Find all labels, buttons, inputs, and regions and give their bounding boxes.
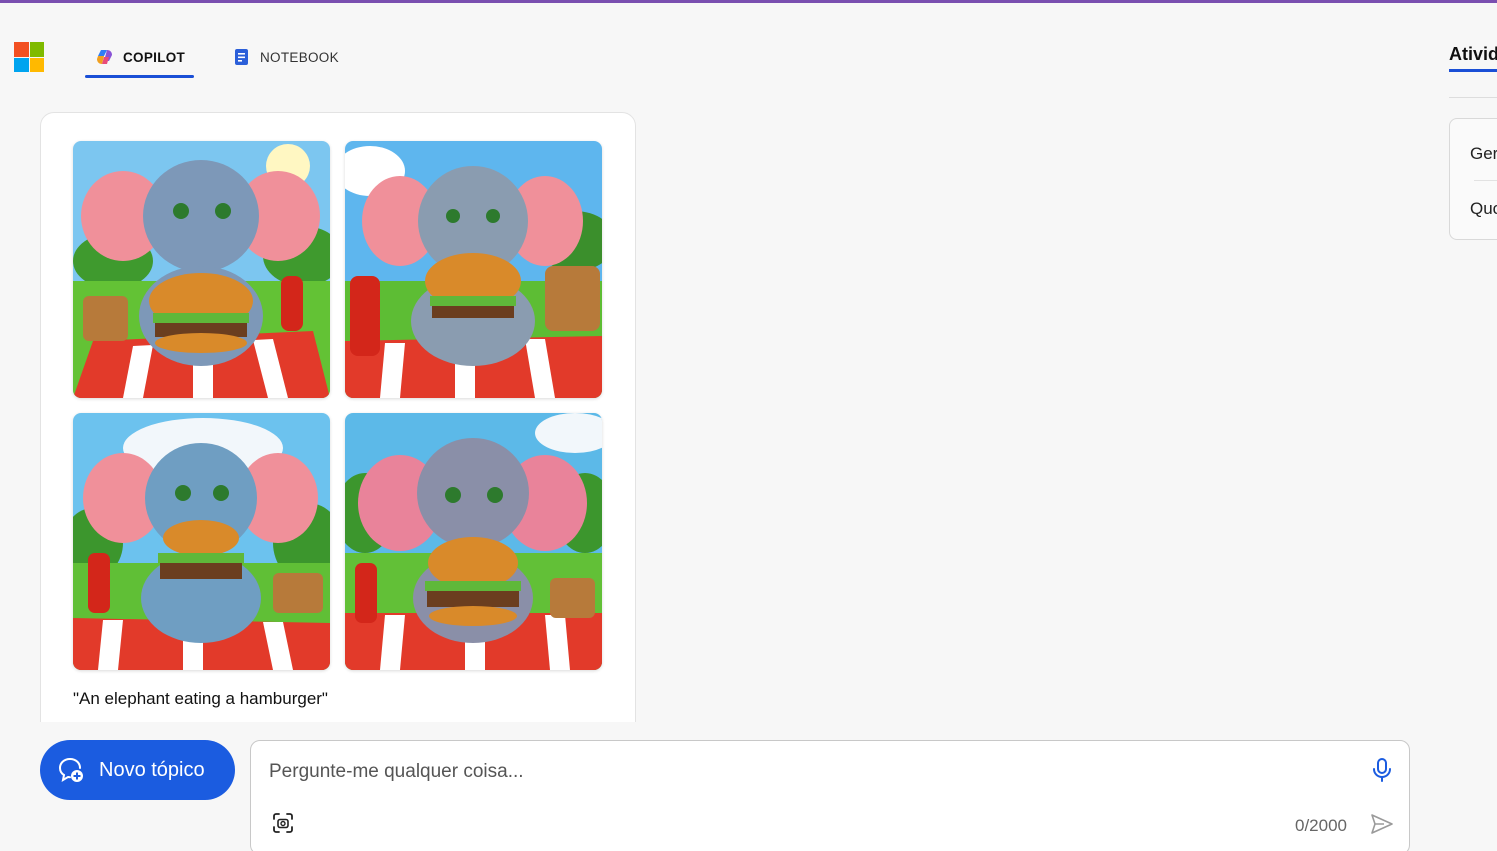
tab-notebook[interactable]: NOTEBOOK <box>232 36 339 78</box>
elephant-image-icon <box>73 413 330 670</box>
activity-item[interactable]: Ger <box>1470 144 1497 164</box>
top-accent-bar <box>0 0 1497 3</box>
send-icon[interactable] <box>1370 813 1394 835</box>
character-counter: 0/2000 <box>1295 816 1347 835</box>
microsoft-logo[interactable] <box>14 42 44 72</box>
generated-image-2[interactable] <box>345 141 602 398</box>
image-scan-icon[interactable] <box>272 812 294 834</box>
activity-heading[interactable]: Ativid <box>1449 44 1497 65</box>
image-caption: "An elephant eating a hamburger" <box>73 689 328 708</box>
activity-item-divider <box>1474 180 1497 181</box>
activity-underline <box>1449 69 1497 72</box>
generated-image-1[interactable] <box>73 141 330 398</box>
activity-divider <box>1449 97 1497 98</box>
tab-notebook-label: NOTEBOOK <box>260 49 339 65</box>
elephant-image-icon <box>345 141 602 398</box>
elephant-image-icon <box>73 141 330 398</box>
new-topic-label: Novo tópico <box>99 758 205 781</box>
new-chat-icon <box>58 758 83 783</box>
tab-copilot[interactable]: COPILOT <box>85 36 194 78</box>
tab-copilot-label: COPILOT <box>123 49 186 65</box>
elephant-image-icon <box>345 413 602 670</box>
notebook-icon <box>235 49 248 65</box>
activity-card: Ger Quo <box>1449 118 1497 240</box>
new-topic-button[interactable]: Novo tópico <box>40 740 235 800</box>
image-result-card: "An elephant eating a hamburger" <box>40 112 636 752</box>
chat-input[interactable] <box>269 757 1349 787</box>
generated-image-3[interactable] <box>73 413 330 670</box>
microphone-icon[interactable] <box>1371 757 1393 783</box>
chat-composer: 0/2000 <box>250 740 1410 851</box>
generated-image-4[interactable] <box>345 413 602 670</box>
activity-item[interactable]: Quo <box>1470 199 1497 219</box>
copilot-icon <box>97 50 112 64</box>
